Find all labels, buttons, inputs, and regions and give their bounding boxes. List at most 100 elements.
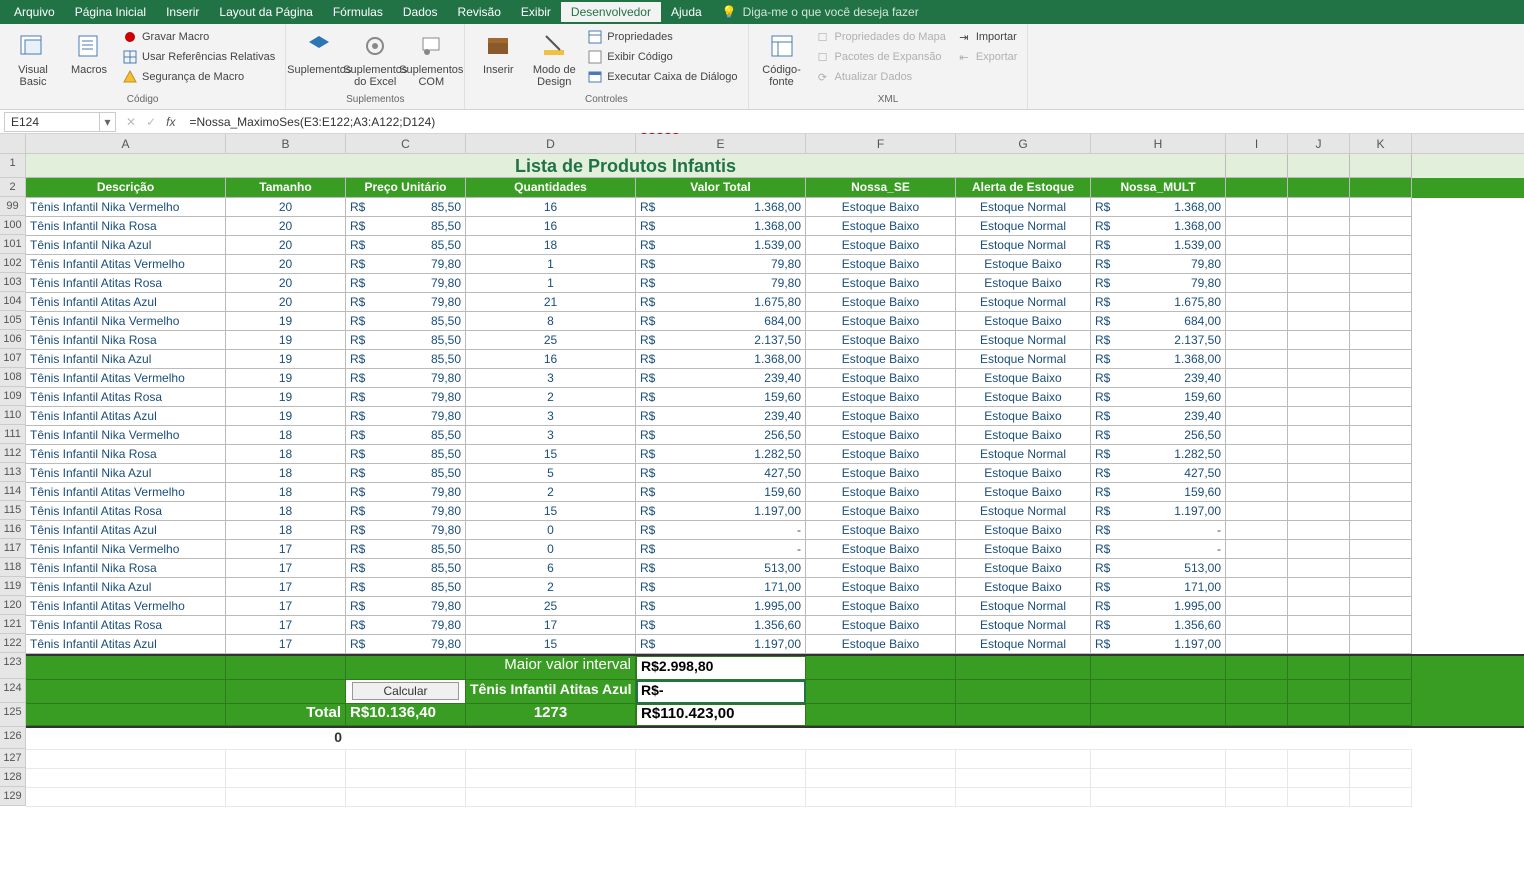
cell-111-11[interactable] [1350,426,1412,445]
cell-118-10[interactable] [1288,559,1350,578]
col-header-D[interactable]: D [466,134,636,153]
cell-e124-selected[interactable]: R$- [636,680,806,704]
cell-mult-108[interactable]: R$239,40 [1091,369,1226,388]
cell-qtd-101[interactable]: 18 [466,236,636,255]
cell-alerta-104[interactable]: Estoque Normal [956,293,1091,312]
col-header-E[interactable]: E [636,134,806,153]
cell-tam-99[interactable]: 20 [226,198,346,217]
cell-preco-100[interactable]: R$85,50 [346,217,466,236]
cell-tam-107[interactable]: 19 [226,350,346,369]
cell-106-10[interactable] [1288,331,1350,350]
cell-100-10[interactable] [1288,217,1350,236]
cell-desc-99[interactable]: Tênis Infantil Nika Vermelho [26,198,226,217]
cell-alerta-120[interactable]: Estoque Normal [956,597,1091,616]
cell-116-10[interactable] [1288,521,1350,540]
calcular-button[interactable]: Calcular [352,682,458,700]
cell-127-3[interactable] [346,750,466,769]
cell-se-107[interactable]: Estoque Baixo [806,350,956,369]
tell-me-search[interactable]: 💡Diga-me o que você deseja fazer [712,2,929,22]
row-header-108[interactable]: 108 [0,368,26,387]
cell-qtd-100[interactable]: 16 [466,217,636,236]
cell-se-121[interactable]: Estoque Baixo [806,616,956,635]
product-d124[interactable]: Tênis Infantil Atitas Azul [466,680,636,704]
cell-107-10[interactable] [1288,350,1350,369]
cell-114-10[interactable] [1288,483,1350,502]
cell-107-11[interactable] [1350,350,1412,369]
cell-122-11[interactable] [1350,635,1412,654]
cell-tam-116[interactable]: 18 [226,521,346,540]
cell-106-11[interactable] [1350,331,1412,350]
cell-alerta-112[interactable]: Estoque Normal [956,445,1091,464]
cell-tam-122[interactable]: 17 [226,635,346,654]
cell-127-9[interactable] [1226,750,1288,769]
cell-alerta-113[interactable]: Estoque Baixo [956,464,1091,483]
cell-total-118[interactable]: R$513,00 [636,559,806,578]
row-header-107[interactable]: 107 [0,349,26,368]
row-header-119[interactable]: 119 [0,577,26,596]
cell-qtd-121[interactable]: 17 [466,616,636,635]
cell-126-a[interactable] [26,728,226,750]
cell-preco-118[interactable]: R$85,50 [346,559,466,578]
cell-123-c[interactable] [346,656,466,680]
cell-preco-110[interactable]: R$79,80 [346,407,466,426]
cell-123-10[interactable] [1288,656,1350,680]
cell-preco-116[interactable]: R$79,80 [346,521,466,540]
cell-alerta-102[interactable]: Estoque Baixo [956,255,1091,274]
col-header-quantidades[interactable]: Quantidades [466,178,636,198]
menu-desenvolvedor[interactable]: Desenvolvedor [561,2,661,22]
cell-mult-106[interactable]: R$2.137,50 [1091,331,1226,350]
cell-103-10[interactable] [1288,274,1350,293]
cell-129-8[interactable] [1091,788,1226,807]
cell-se-112[interactable]: Estoque Baixo [806,445,956,464]
cell-tam-105[interactable]: 19 [226,312,346,331]
cell-123-9[interactable] [1226,656,1288,680]
row-header-115[interactable]: 115 [0,501,26,520]
col-header-K[interactable]: K [1350,134,1412,153]
cell-desc-114[interactable]: Tênis Infantil Atitas Vermelho [26,483,226,502]
cell-99-9[interactable] [1226,198,1288,217]
total-label[interactable]: Total [226,704,346,726]
cell-total-120[interactable]: R$1.995,00 [636,597,806,616]
row-header-112[interactable]: 112 [0,444,26,463]
cell-desc-122[interactable]: Tênis Infantil Atitas Azul [26,635,226,654]
cell-desc-104[interactable]: Tênis Infantil Atitas Azul [26,293,226,312]
cell-109-10[interactable] [1288,388,1350,407]
cell-126-11[interactable] [1350,728,1412,750]
codigo-fonte-button[interactable]: Código-fonte [757,28,807,94]
cell-117-10[interactable] [1288,540,1350,559]
cell-100-11[interactable] [1350,217,1412,236]
cell-127-2[interactable] [226,750,346,769]
cell-99-10[interactable] [1288,198,1350,217]
col-header-B[interactable]: B [226,134,346,153]
cell-desc-119[interactable]: Tênis Infantil Nika Azul [26,578,226,597]
modo-design-button[interactable]: Modo de Design [529,28,579,94]
row-header-101[interactable]: 101 [0,235,26,254]
cell-119-10[interactable] [1288,578,1350,597]
cell-1-10[interactable] [1288,154,1350,178]
row-header-127[interactable]: 127 [0,749,26,768]
cell-120-9[interactable] [1226,597,1288,616]
cell-alerta-108[interactable]: Estoque Baixo [956,369,1091,388]
cell-129-7[interactable] [956,788,1091,807]
cell-preco-112[interactable]: R$85,50 [346,445,466,464]
cell-qtd-103[interactable]: 1 [466,274,636,293]
cell-129-3[interactable] [346,788,466,807]
cell-se-119[interactable]: Estoque Baixo [806,578,956,597]
col-header-nossa_se[interactable]: Nossa_SE [806,178,956,198]
cell-123-11[interactable] [1350,656,1412,680]
cell-tam-101[interactable]: 20 [226,236,346,255]
cell-128-9[interactable] [1226,769,1288,788]
cell-126-3[interactable] [346,728,466,750]
cell-mult-111[interactable]: R$256,50 [1091,426,1226,445]
row-header-105[interactable]: 105 [0,311,26,330]
col-header-H[interactable]: H [1091,134,1226,153]
cell-112-9[interactable] [1226,445,1288,464]
cell-se-102[interactable]: Estoque Baixo [806,255,956,274]
cell-desc-100[interactable]: Tênis Infantil Nika Rosa [26,217,226,236]
cell-total-104[interactable]: R$1.675,80 [636,293,806,312]
cell-se-106[interactable]: Estoque Baixo [806,331,956,350]
cell-alerta-106[interactable]: Estoque Normal [956,331,1091,350]
cell-se-105[interactable]: Estoque Baixo [806,312,956,331]
cell-2-11[interactable] [1350,178,1412,198]
cell-114-9[interactable] [1226,483,1288,502]
